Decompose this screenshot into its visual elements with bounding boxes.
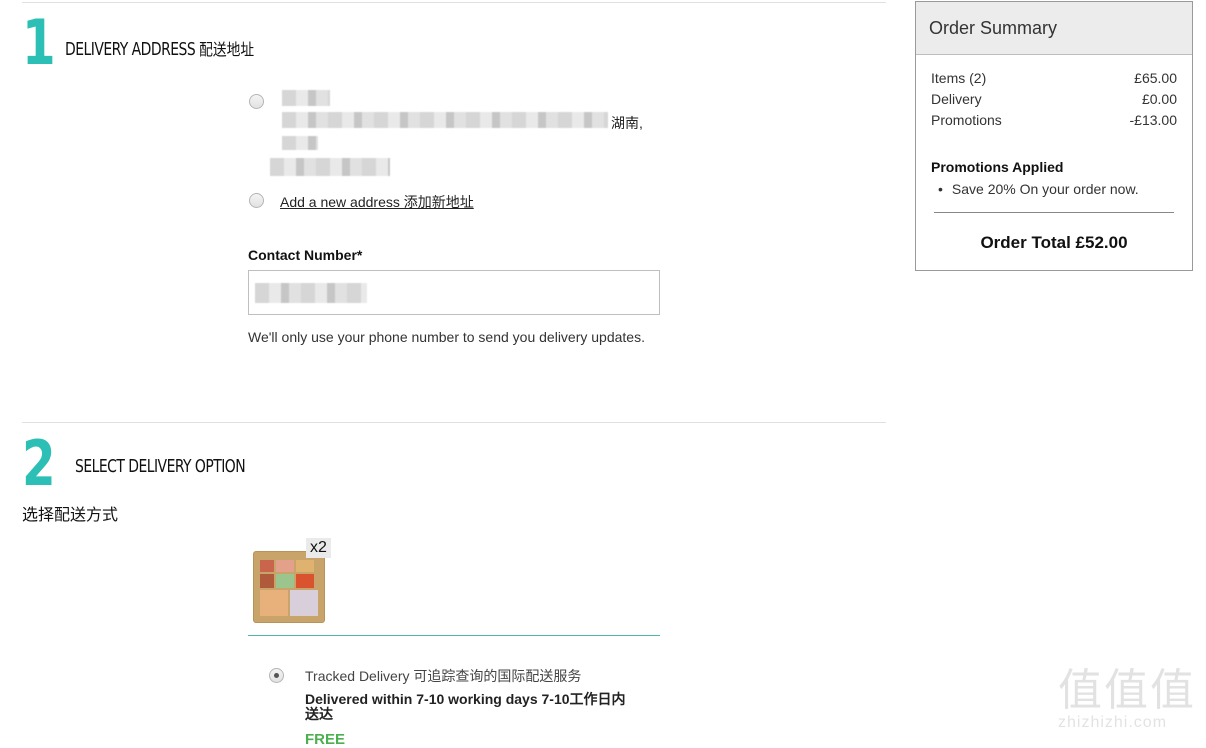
summary-row-delivery: Delivery £0.00 xyxy=(931,91,1177,107)
step-2-title: SELECT DELIVERY OPTION xyxy=(75,456,246,477)
summary-row-items: Items (2) £65.00 xyxy=(931,70,1177,86)
address-region-text: 湖南, xyxy=(611,115,643,131)
summary-divider xyxy=(934,212,1174,213)
order-summary-panel: Order Summary Items (2) £65.00 Delivery … xyxy=(915,1,1193,271)
delivery-option-name[interactable]: Tracked Delivery 可追踪查询的国际配送服务 xyxy=(305,666,581,686)
watermark-logo: 值值值 xyxy=(1058,665,1196,716)
summary-promotions-value: -£13.00 xyxy=(1129,112,1177,128)
palette-image xyxy=(254,552,324,622)
add-address-link[interactable]: Add a new address 添加新地址 xyxy=(280,192,474,212)
summary-delivery-value: £0.00 xyxy=(1141,91,1177,107)
step-1-title: DELIVERY ADDRESS 配送地址 xyxy=(65,36,254,60)
step-2-number: 2 xyxy=(22,427,56,500)
product-thumbnail xyxy=(250,548,328,624)
summary-row-promotions: Promotions -£13.00 xyxy=(931,112,1177,128)
contact-number-label: Contact Number* xyxy=(248,247,363,263)
step-2-subtitle: 选择配送方式 xyxy=(22,507,119,524)
summary-delivery-label: Delivery xyxy=(931,91,982,107)
add-address-radio[interactable] xyxy=(249,193,264,208)
watermark-url: zhizhizhi.com xyxy=(1058,714,1168,731)
delivery-option-detail: Delivered within 7-10 working days 7-10工… xyxy=(305,691,626,722)
summary-items-label: Items (2) xyxy=(931,70,987,86)
delivery-price: FREE xyxy=(305,731,346,748)
contact-help-text: We'll only use your phone number to send… xyxy=(248,329,645,345)
order-summary-title: Order Summary xyxy=(916,2,1192,55)
summary-items-value: £65.00 xyxy=(1134,70,1177,86)
promotion-item: Save 20% On your order now. xyxy=(938,181,1139,197)
step-1-title-en: DELIVERY ADDRESS xyxy=(65,39,196,60)
top-divider xyxy=(22,2,886,3)
contact-number-input[interactable] xyxy=(248,270,660,315)
step-1-number: 1 xyxy=(22,6,56,79)
step-1-title-cn: 配送地址 xyxy=(199,40,255,59)
quantity-badge: x2 xyxy=(306,538,331,558)
saved-address-radio[interactable] xyxy=(249,94,264,109)
order-total: Order Total £52.00 xyxy=(980,233,1128,252)
summary-promotions-label: Promotions xyxy=(931,112,1002,128)
site-watermark: 值值值 zhizhizhi.com xyxy=(1058,668,1203,743)
promotions-applied-title: Promotions Applied xyxy=(931,159,1064,175)
product-divider xyxy=(248,635,660,636)
tracked-delivery-radio[interactable] xyxy=(269,668,284,683)
section-divider xyxy=(22,422,886,423)
